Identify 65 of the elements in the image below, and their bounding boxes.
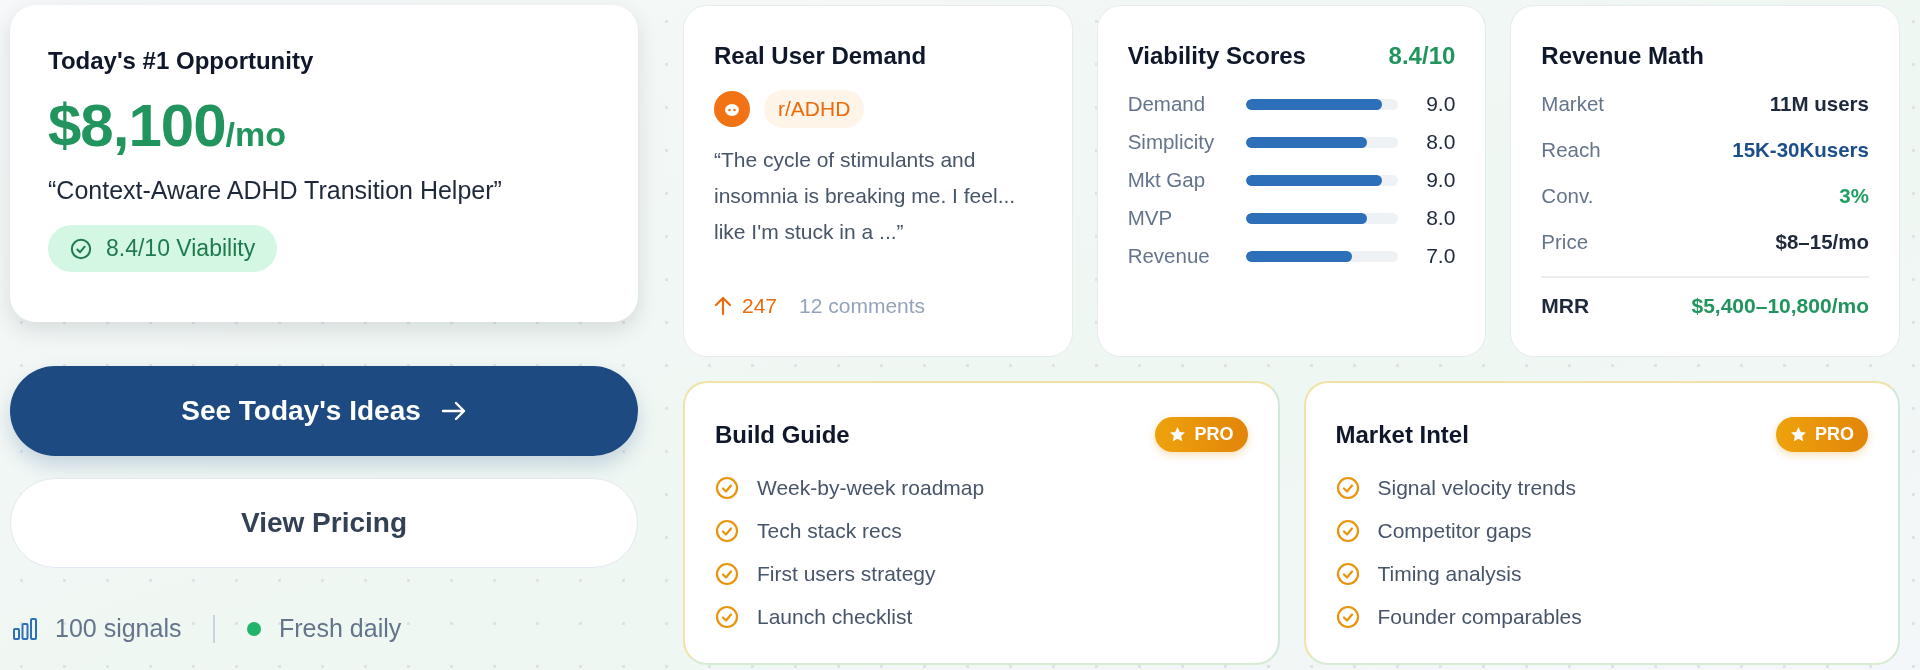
pro-badge: PRO <box>1776 417 1868 452</box>
score-label: Simplicity <box>1127 130 1216 154</box>
arrow-up-icon <box>714 296 732 316</box>
metric-label: Price <box>1541 230 1589 254</box>
metric-label: Conv. <box>1541 184 1594 208</box>
idea-title: “Context-Aware ADHD Transition Helper” <box>48 176 502 205</box>
pricing-button[interactable]: View Pricing <box>10 478 638 568</box>
score-value: 8.0 <box>1425 206 1456 230</box>
check-circle-icon <box>70 237 92 260</box>
star-icon <box>1169 426 1187 443</box>
score-label: Mkt Gap <box>1127 168 1207 192</box>
feature-item: Founder comparables <box>1377 605 1582 629</box>
quote-text: “The cycle of stimulants and insomnia is breaking me. I feel... like I'm stuck in a ...” <box>714 147 1017 246</box>
score-value: 9.0 <box>1425 92 1456 116</box>
pro-badge: PRO <box>1155 417 1248 452</box>
metric-value: 11M users <box>1769 92 1869 116</box>
check-circle-icon <box>1335 476 1360 500</box>
feature-item: Signal velocity trends <box>1377 476 1576 500</box>
avatar-icon <box>714 91 750 127</box>
score-value: 7.0 <box>1425 244 1456 268</box>
comment-count: 12 comments <box>799 294 926 318</box>
metric-value: 15K-30Kusers <box>1732 138 1869 162</box>
check-circle-icon <box>715 605 739 629</box>
feature-item: Launch checklist <box>757 605 913 629</box>
score-value: 9.0 <box>1425 168 1456 192</box>
price-unit: /mo <box>225 115 286 153</box>
feature-item: First users strategy <box>757 562 936 586</box>
card-title: Build Guide <box>715 420 850 449</box>
score-label: Revenue <box>1127 244 1211 268</box>
card-title: Real User Demand <box>714 42 928 70</box>
feature-item: Tech stack recs <box>757 519 902 543</box>
feature-item: Week-by-week roadmap <box>757 476 985 500</box>
check-circle-icon <box>1335 562 1360 586</box>
price-amount: $8,100 <box>48 91 226 160</box>
card-title: Market Intel <box>1335 420 1469 449</box>
star-icon <box>1790 426 1807 443</box>
feature-item: Timing analysis <box>1377 562 1522 586</box>
mrr-value: $5,400–10,800/mo <box>1691 293 1869 318</box>
total-score: 8.4/10 <box>1388 42 1456 70</box>
ideas-button[interactable]: See Today's Ideas <box>10 366 638 456</box>
upvote-count: 247 <box>742 294 778 318</box>
score-value: 8.0 <box>1425 130 1456 154</box>
check-circle-icon <box>1335 519 1360 543</box>
score-label: Demand <box>1127 92 1207 116</box>
score-label: MVP <box>1127 206 1174 230</box>
feature-item: Competitor gaps <box>1377 519 1532 543</box>
viability-text: 8.4/10 Viability <box>106 235 256 262</box>
check-circle-icon <box>1335 605 1360 629</box>
bar-chart-icon <box>13 617 37 640</box>
check-circle-icon <box>715 519 739 543</box>
check-circle-icon <box>715 562 739 586</box>
card-title: Revenue Math <box>1541 42 1706 70</box>
metric-value: 3% <box>1839 184 1869 208</box>
metric-label: Market <box>1541 92 1604 116</box>
status-dot <box>247 621 261 636</box>
arrow-right-icon <box>440 400 467 422</box>
mrr-label: MRR <box>1541 293 1590 318</box>
metric-label: Reach <box>1541 138 1601 162</box>
subreddit-tag: r/ADHD <box>764 90 865 128</box>
metric-value: $8–15/mo <box>1775 230 1869 254</box>
card-title: Today's #1 Opportunity <box>48 47 314 75</box>
fresh-label: Fresh daily <box>279 614 402 643</box>
card-title: Viability Scores <box>1127 42 1306 70</box>
signals-count: 100 signals <box>55 614 182 643</box>
check-circle-icon <box>715 476 739 500</box>
